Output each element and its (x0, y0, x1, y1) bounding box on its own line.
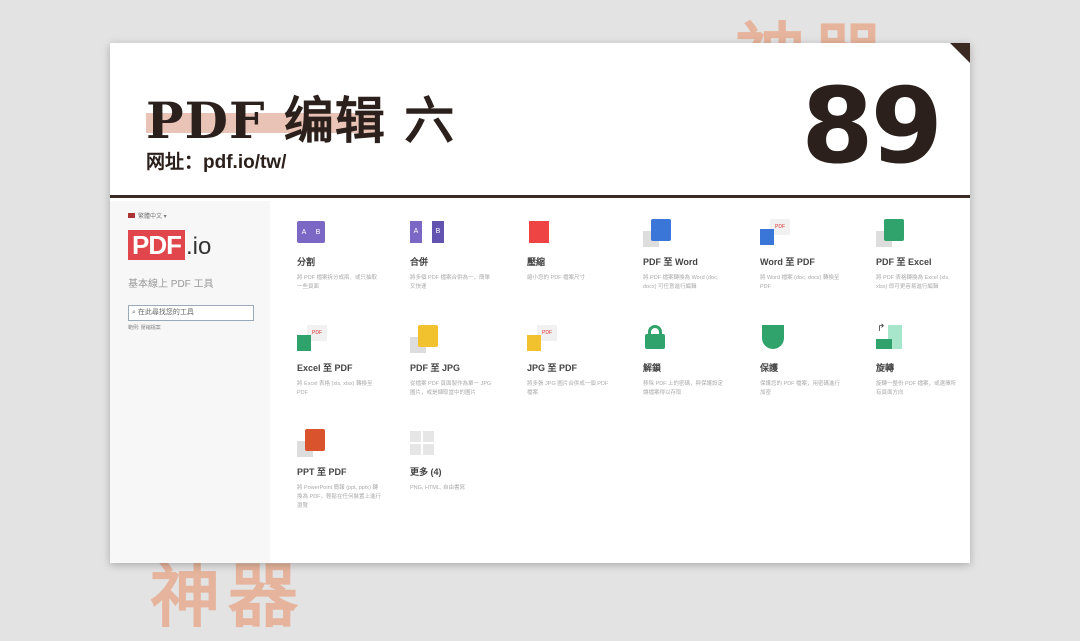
tool-name: Excel 至 PDF (297, 361, 407, 374)
episode-number: 89 (801, 65, 940, 187)
tool-description: 將 PDF 檔案拆分成兩、或只抽取一些頁面 (297, 274, 382, 292)
tool-description: 將多張 JPG 圖片合併成一個 PDF 檔案 (527, 380, 612, 398)
header: PDF 编辑 六 网址：pdf.io/tw/ 89 (110, 43, 970, 198)
pdf-to-jpg-icon (410, 325, 438, 353)
tool-name: 壓縮 (527, 255, 637, 268)
tool-name: PDF 至 Word (643, 255, 753, 268)
tool-name: 旋轉 (876, 361, 970, 374)
search-input[interactable]: ⌕ 在此尋找您的工具 (128, 305, 254, 321)
language-label: 繁體中文 ▾ (138, 211, 167, 220)
slide-card: PDF 编辑 六 网址：pdf.io/tw/ 89 繁體中文 ▾ PDF.io … (110, 43, 970, 563)
tool-description: 移除 PDF 上的密碼，與保護設定讓檔案得以存取 (643, 380, 728, 398)
tool-card[interactable]: 解鎖移除 PDF 上的密碼，與保護設定讓檔案得以存取 (643, 325, 753, 398)
tool-card[interactable]: 更多 (4) PNG, HTML, 自由書寫 (410, 429, 520, 493)
tool-description: 將 Excel 表格 (xls, xlsx) 轉換至 PDF (297, 380, 382, 398)
tool-description: 縮小您的 PDF 檔案尺寸 (527, 274, 612, 283)
tagline: 基本線上 PDF 工具 (128, 275, 214, 290)
merge-icon: AB (410, 219, 438, 247)
language-selector[interactable]: 繁體中文 ▾ (128, 211, 167, 220)
tool-card[interactable]: AB 合併將多個 PDF 檔案合併為一，簡單又快速 (410, 219, 520, 292)
site-url: 网址：pdf.io/tw/ (146, 147, 286, 174)
tool-description: 將 PDF 檔案轉換為 Word (doc, docx) 可任意進行編輯 (643, 274, 728, 292)
tool-name: 保護 (760, 361, 870, 374)
tool-name: PPT 至 PDF (297, 465, 407, 478)
tool-description: PNG, HTML, 自由書寫 (410, 484, 495, 493)
tool-name: 合併 (410, 255, 520, 268)
tool-name: Word 至 PDF (760, 255, 870, 268)
flag-icon (128, 213, 135, 218)
tool-card[interactable]: 壓縮縮小您的 PDF 檔案尺寸 (527, 219, 637, 283)
sidebar: 繁體中文 ▾ PDF.io 基本線上 PDF 工具 ⌕ 在此尋找您的工具 範例:… (110, 201, 270, 563)
tool-description: 旋轉一整份 PDF 檔案，或選擇所有頁面方向 (876, 380, 961, 398)
tool-name: PDF 至 Excel (876, 255, 970, 268)
tool-description: 從檔案 PDF 頁面製作為單一 JPG 圖片，或是擷取當中的圖片 (410, 380, 495, 398)
tool-card[interactable]: 保護保護您的 PDF 檔案，用密碼進行加密 (760, 325, 870, 398)
tool-card[interactable]: PDF 至 Word 將 PDF 檔案轉換為 Word (doc, docx) 可… (643, 219, 753, 292)
tool-card[interactable]: AB 分割將 PDF 檔案拆分成兩、或只抽取一些頁面 (297, 219, 407, 292)
compress-icon (527, 219, 555, 247)
page-title: PDF 编辑 六 (146, 81, 455, 153)
tool-description: 將 PDF 表格轉換為 Excel (xls, xlsx) 即可更容易進行編輯 (876, 274, 961, 292)
split-icon: AB (297, 219, 325, 247)
tool-name: 分割 (297, 255, 407, 268)
tool-card[interactable]: PDF JPG 至 PDF 將多張 JPG 圖片合併成一個 PDF 檔案 (527, 325, 637, 398)
logo-suffix: .io (186, 234, 211, 260)
jpg-to-pdf-icon: PDF (527, 325, 555, 353)
tool-card[interactable]: PPT 至 PDF 將 PowerPoint 簡報 (ppt, pptx) 轉換為… (297, 429, 407, 511)
tool-card[interactable]: PDF Word 至 PDF 將 Word 檔案 (doc, docx) 轉換至 P… (760, 219, 870, 292)
tool-card[interactable]: PDF Excel 至 PDF 將 Excel 表格 (xls, xlsx) 轉換至… (297, 325, 407, 398)
ppt-to-pdf-icon (297, 429, 325, 457)
tool-card[interactable]: ↱ 旋轉旋轉一整份 PDF 檔案，或選擇所有頁面方向 (876, 325, 970, 398)
protect-icon (760, 325, 788, 353)
word-to-pdf-icon: PDF (760, 219, 788, 247)
tool-name: PDF 至 JPG (410, 361, 520, 374)
tool-name: JPG 至 PDF (527, 361, 637, 374)
tool-description: 將多個 PDF 檔案合併為一，簡單又快速 (410, 274, 495, 292)
tool-description: 將 Word 檔案 (doc, docx) 轉換至 PDF (760, 274, 845, 292)
unlock-icon (643, 325, 671, 353)
tool-card[interactable]: PDF 至 Excel 將 PDF 表格轉換為 Excel (xls, xlsx)… (876, 219, 970, 292)
pdf-to-word-icon (643, 219, 671, 247)
tool-description: 將 PowerPoint 簡報 (ppt, pptx) 轉換為 PDF，輕鬆在任… (297, 484, 382, 511)
more-icon (410, 429, 438, 457)
search-placeholder: 在此尋找您的工具 (138, 309, 194, 316)
excel-to-pdf-icon: PDF (297, 325, 325, 353)
tool-description: 保護您的 PDF 檔案，用密碼進行加密 (760, 380, 845, 398)
search-hint: 範例: 壓縮檔案 (128, 324, 161, 331)
logo[interactable]: PDF.io (128, 230, 211, 260)
pdf-to-excel-icon (876, 219, 904, 247)
rotate-icon: ↱ (876, 325, 904, 353)
tool-card[interactable]: PDF 至 JPG 從檔案 PDF 頁面製作為單一 JPG 圖片，或是擷取當中的圖… (410, 325, 520, 398)
logo-main: PDF (128, 230, 185, 260)
tool-name: 更多 (4) (410, 465, 520, 478)
tool-name: 解鎖 (643, 361, 753, 374)
